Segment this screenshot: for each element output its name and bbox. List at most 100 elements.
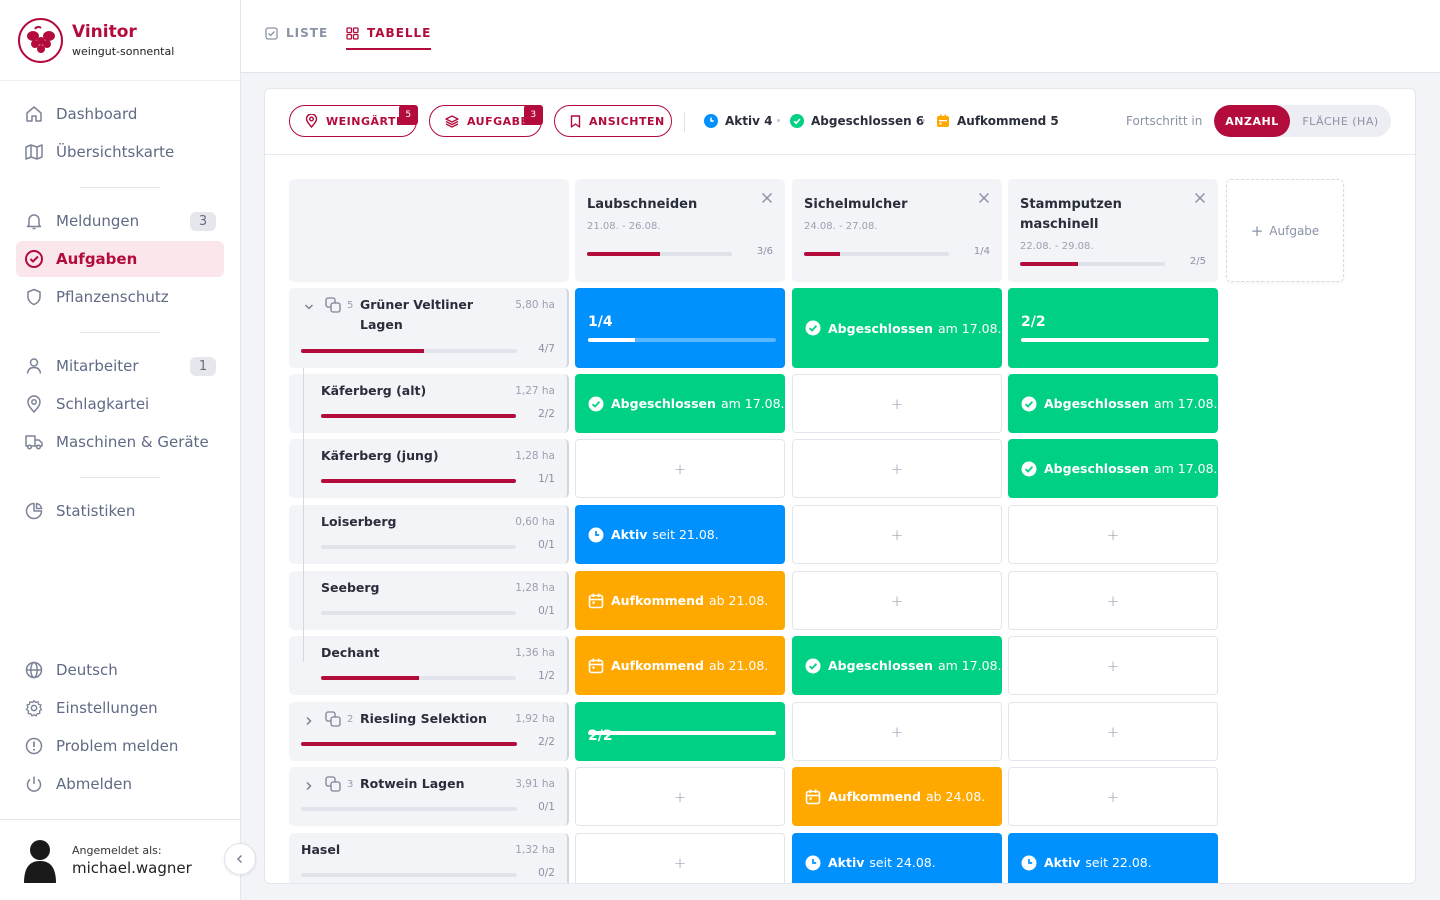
progress-mode-count[interactable]: ANZAHL — [1214, 105, 1290, 137]
vineyard-row-header[interactable]: 2 Riesling Selektion 1,92 ha 2/2 — [289, 702, 569, 761]
check-circle-icon — [1021, 396, 1037, 411]
vineyard-row-header[interactable]: Loiserberg 0,60 ha 0/1 — [289, 499, 569, 570]
vineyard-row-header[interactable]: Käferberg (alt) 1,27 ha 2/2 — [289, 368, 569, 439]
remove-task-button[interactable] — [1194, 189, 1206, 208]
add-assignment-cell[interactable]: + — [1008, 767, 1218, 826]
chevron-right-icon[interactable] — [303, 777, 315, 796]
assignment-progress-fill — [588, 731, 776, 735]
assignment-cell-active[interactable]: Aktiv seit 24.08. — [792, 833, 1002, 883]
add-assignment-cell[interactable]: + — [1008, 571, 1218, 630]
assignment-cell-frac[interactable]: 1/4 — [575, 288, 785, 368]
assignment-cell-active[interactable]: Aktiv seit 22.08. — [1008, 833, 1218, 883]
gear-icon — [24, 698, 44, 718]
vineyard-row-header[interactable]: 5 Grüner Veltliner Lagen 5,80 ha 4/7 — [289, 288, 569, 368]
nav-item-3[interactable]: Aufgaben — [16, 241, 224, 277]
collapse-sidebar-button[interactable] — [224, 843, 256, 875]
plus-icon: + — [890, 394, 904, 413]
assignment-status: Abgeschlossen am 17.08. — [805, 658, 1002, 674]
layers-icon — [445, 114, 459, 128]
nav-item-badge: 1 — [190, 357, 216, 376]
group-icon — [325, 711, 341, 731]
plus-icon: + — [673, 787, 687, 806]
assignment-status-date: am 17.08. — [1153, 461, 1218, 476]
nav-item-7[interactable]: Maschinen & Geräte — [16, 424, 224, 460]
assignment-cell-frac[interactable]: 2/2 — [1008, 288, 1218, 368]
tab-list[interactable]: LISTE — [265, 26, 328, 50]
check-circle-icon — [805, 320, 821, 336]
add-task-button[interactable]: + Aufgabe — [1226, 179, 1344, 282]
assignment-status-date: ab 21.08. — [708, 593, 769, 608]
check-circle-icon — [1021, 461, 1037, 476]
vineyard-progress-bar — [321, 414, 516, 418]
filter-vineyards-button[interactable]: WEINGÄRTEN 5 — [289, 105, 418, 137]
vineyard-row-header[interactable]: Seeberg 1,28 ha 0/1 — [289, 565, 569, 636]
clock-icon — [588, 527, 604, 542]
nav-item-label: Mitarbeiter — [56, 357, 139, 375]
assignment-cell-frac[interactable]: 2/2 — [575, 702, 785, 761]
vineyard-row-header[interactable]: Hasel 1,32 ha 0/2 — [289, 833, 569, 883]
vineyard-name: Dechant — [321, 645, 380, 660]
nav-item-5[interactable]: Mitarbeiter 1 — [16, 348, 224, 384]
nav-footer-item-0[interactable]: Deutsch — [16, 652, 224, 688]
nav-item-1[interactable]: Übersichtskarte — [16, 134, 224, 170]
chevron-right-icon[interactable] — [303, 712, 315, 731]
assignment-status-label: Abgeschlossen — [1044, 396, 1149, 411]
assignment-cell-upcoming[interactable]: Aufkommend ab 21.08. — [575, 636, 785, 695]
user-label: Angemeldet als: — [72, 844, 162, 857]
add-assignment-cell[interactable]: + — [792, 571, 1002, 630]
views-button[interactable]: ANSICHTEN — [554, 105, 672, 137]
vineyard-progress-count: 0/2 — [538, 867, 555, 879]
nav-item-2[interactable]: Meldungen 3 — [16, 203, 224, 239]
remove-task-button[interactable] — [978, 189, 990, 208]
progress-mode-area[interactable]: FLÄCHE (HA) — [1290, 105, 1391, 137]
stat-upcoming: Aufkommend 5 — [936, 113, 1059, 129]
filter-tasks-badge: 3 — [524, 105, 543, 125]
assignment-status: Aufkommend ab 21.08. — [588, 593, 768, 609]
add-assignment-cell[interactable]: + — [575, 833, 785, 883]
assignment-cell-done[interactable]: Abgeschlossen am 17.08. — [792, 636, 1002, 695]
add-assignment-cell[interactable]: + — [792, 505, 1002, 564]
progress-mode-toggle: ANZAHL FLÄCHE (HA) — [1214, 105, 1391, 137]
assignment-cell-done[interactable]: Abgeschlossen am 17.08. — [1008, 374, 1218, 433]
add-assignment-cell[interactable]: + — [1008, 702, 1218, 761]
add-assignment-cell[interactable]: + — [575, 439, 785, 498]
assignment-cell-active[interactable]: Aktiv seit 21.08. — [575, 505, 785, 564]
tab-table[interactable]: TABELLE — [346, 26, 432, 50]
add-assignment-cell[interactable]: + — [1008, 505, 1218, 564]
globe-icon — [24, 660, 44, 680]
group-count: 3 — [347, 779, 354, 790]
brand-header[interactable]: Vinitor weingut-sonnental — [0, 0, 240, 81]
add-assignment-cell[interactable]: + — [575, 767, 785, 826]
assignment-cell-done[interactable]: Abgeschlossen am 17.08. — [792, 288, 1002, 368]
avatar-icon[interactable] — [24, 839, 56, 883]
assignment-cell-upcoming[interactable]: Aufkommend ab 24.08. — [792, 767, 1002, 826]
assignment-cell-done[interactable]: Abgeschlossen am 17.08. — [575, 374, 785, 433]
vineyard-row-header[interactable]: 3 Rotwein Lagen 3,91 ha 0/1 — [289, 767, 569, 826]
vineyard-row-header[interactable]: Dechant 1,36 ha 1/2 — [289, 630, 569, 695]
assignment-status: Abgeschlossen am 17.08. — [588, 396, 785, 412]
add-assignment-cell[interactable]: + — [1008, 636, 1218, 695]
remove-task-button[interactable] — [761, 189, 773, 208]
nav-item-6[interactable]: Schlagkartei — [16, 386, 224, 422]
task-name[interactable]: Sichelmulcher — [804, 191, 954, 215]
nav-item-4[interactable]: Pflanzenschutz — [16, 279, 224, 315]
task-name[interactable]: Laubschneiden — [587, 191, 737, 215]
task-progress-count: 1/4 — [973, 246, 990, 257]
chevron-down-icon[interactable] — [303, 298, 315, 317]
nav-footer-item-2[interactable]: Problem melden — [16, 728, 224, 764]
nav-item-8[interactable]: Statistiken — [16, 493, 224, 529]
assignment-cell-upcoming[interactable]: Aufkommend ab 21.08. — [575, 571, 785, 630]
nav-footer-item-1[interactable]: Einstellungen — [16, 690, 224, 726]
nav-item-0[interactable]: Dashboard — [16, 96, 224, 132]
task-date-range: 22.08. - 29.08. — [1020, 241, 1094, 252]
filter-tasks-button[interactable]: AUFGABEN 3 — [429, 105, 543, 137]
vineyard-name: Rotwein Lagen — [360, 776, 465, 791]
assignment-cell-done[interactable]: Abgeschlossen am 17.08. — [1008, 439, 1218, 498]
task-name[interactable]: Stammputzen maschinell — [1020, 191, 1170, 235]
add-assignment-cell[interactable]: + — [792, 702, 1002, 761]
vineyard-row-header[interactable]: Käferberg (jung) 1,28 ha 1/1 — [289, 433, 569, 504]
nav-footer-item-3[interactable]: Abmelden — [16, 766, 224, 802]
add-assignment-cell[interactable]: + — [792, 439, 1002, 498]
add-assignment-cell[interactable]: + — [792, 374, 1002, 433]
nav-divider — [80, 332, 160, 333]
